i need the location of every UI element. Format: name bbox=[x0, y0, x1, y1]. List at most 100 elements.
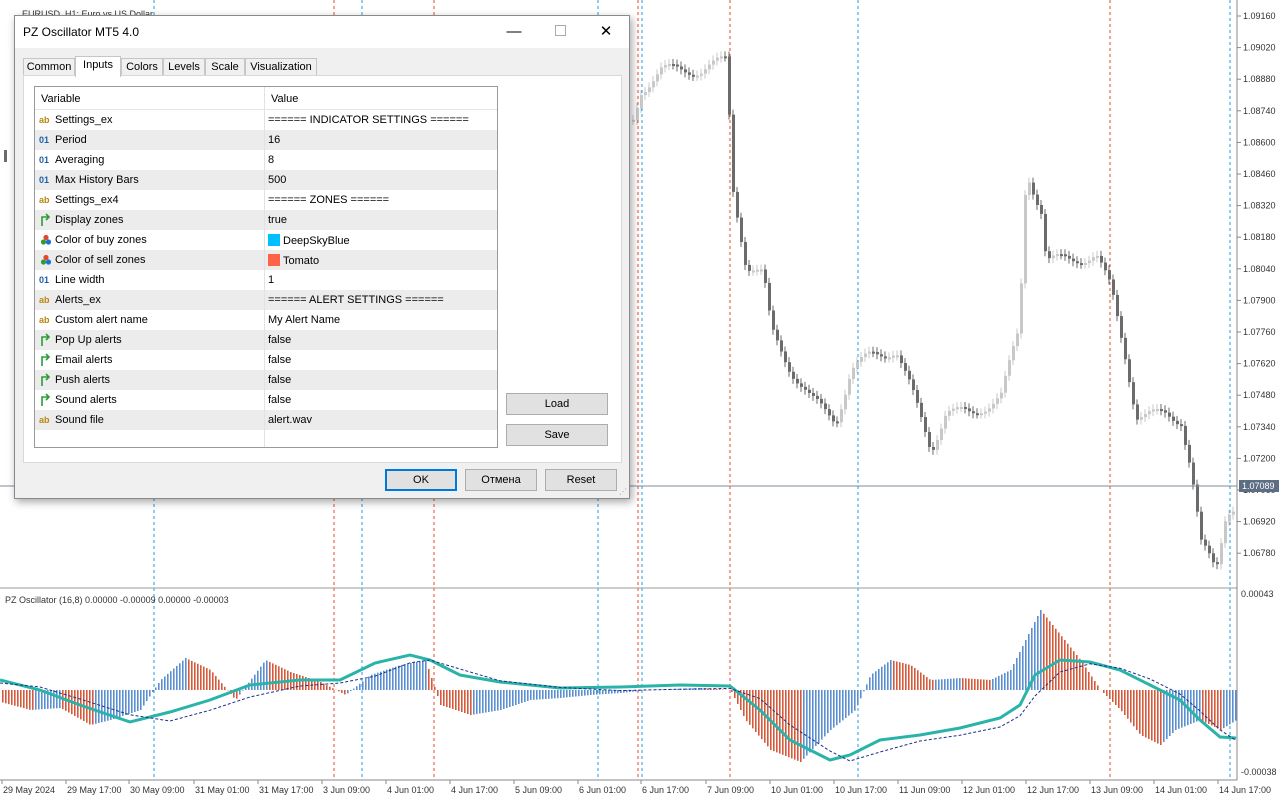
tab-scale[interactable]: Scale bbox=[205, 58, 245, 76]
candle-body bbox=[1200, 511, 1203, 540]
oscillator-bar bbox=[53, 690, 55, 709]
oscillator-bar bbox=[809, 690, 811, 753]
time-tick-label: 29 May 2024 bbox=[3, 785, 55, 795]
param-value[interactable]: false bbox=[268, 334, 291, 346]
param-row[interactable]: ab Sound file alert.wav bbox=[35, 410, 497, 431]
param-value[interactable]: 500 bbox=[268, 174, 286, 186]
param-value[interactable]: alert.wav bbox=[268, 414, 312, 426]
oscillator-bar bbox=[416, 661, 418, 690]
price-tick-label: 1.06780 bbox=[1243, 548, 1276, 558]
param-row[interactable]: Pop Up alerts false bbox=[35, 330, 497, 351]
reset-button[interactable]: Reset bbox=[545, 469, 617, 491]
dialog-titlebar[interactable]: PZ Oscillator MT5 4.0 — ✕ bbox=[15, 16, 629, 48]
param-value-text: false bbox=[268, 394, 292, 406]
param-value[interactable]: Tomato bbox=[268, 254, 319, 267]
tab-levels[interactable]: Levels bbox=[163, 58, 205, 76]
param-value[interactable]: 8 bbox=[268, 154, 274, 166]
param-value-text: My Alert Name bbox=[268, 314, 341, 326]
oscillator-bar bbox=[260, 666, 262, 690]
candle-body bbox=[1024, 194, 1027, 284]
param-row[interactable]: ab Settings_ex4 ====== ZONES ====== bbox=[35, 190, 497, 211]
param-row[interactable]: Push alerts false bbox=[35, 370, 497, 391]
close-button[interactable]: ✕ bbox=[583, 16, 629, 48]
param-value[interactable]: 16 bbox=[268, 134, 280, 146]
oscillator-bar bbox=[677, 688, 679, 690]
tab-inputs[interactable]: Inputs bbox=[75, 56, 121, 77]
param-row[interactable]: ab Settings_ex ====== INDICATOR SETTINGS =… bbox=[35, 110, 497, 131]
param-value-text: ====== INDICATOR SETTINGS ====== bbox=[268, 114, 469, 126]
param-row[interactable]: 01 Averaging 8 bbox=[35, 150, 497, 171]
param-row[interactable]: Display zones true bbox=[35, 210, 497, 231]
oscillator-bar bbox=[533, 690, 535, 700]
load-button[interactable]: Load bbox=[506, 393, 608, 415]
param-row[interactable]: Color of buy zones DeepSkyBlue bbox=[35, 230, 497, 251]
oscillator-bar bbox=[161, 679, 163, 690]
time-tick-label: 14 Jun 01:00 bbox=[1155, 785, 1207, 795]
param-value[interactable]: false bbox=[268, 354, 291, 366]
candle-body bbox=[1008, 360, 1011, 376]
oscillator-bar bbox=[485, 690, 487, 713]
oscillator-bar bbox=[197, 663, 199, 690]
oscillator-bar bbox=[92, 690, 94, 725]
ok-button[interactable]: OK bbox=[385, 469, 457, 491]
minimize-button[interactable]: — bbox=[491, 16, 537, 48]
oscillator-bar bbox=[413, 662, 415, 690]
oscillator-bar bbox=[281, 667, 283, 690]
cancel-button[interactable]: Отмена bbox=[465, 469, 537, 491]
param-value[interactable]: ====== ZONES ====== bbox=[268, 194, 389, 206]
param-value[interactable]: false bbox=[268, 394, 291, 406]
param-value[interactable]: My Alert Name bbox=[268, 314, 340, 326]
param-row[interactable]: 01 Max History Bars 500 bbox=[35, 170, 497, 191]
param-value[interactable]: DeepSkyBlue bbox=[268, 234, 350, 247]
tab-visualization[interactable]: Visualization bbox=[245, 58, 317, 76]
oscillator-bar bbox=[530, 690, 532, 700]
oscillator-bar bbox=[923, 674, 925, 690]
param-value[interactable]: 1 bbox=[268, 274, 274, 286]
oscillator-bar bbox=[320, 682, 322, 690]
oscillator-bar bbox=[863, 690, 865, 692]
oscillator-bar bbox=[998, 676, 1000, 690]
oscillator-bar bbox=[278, 666, 280, 690]
oscillator-bar bbox=[392, 667, 394, 690]
param-row[interactable]: ab Alerts_ex ====== ALERT SETTINGS ====== bbox=[35, 290, 497, 311]
param-row[interactable]: 01 Period 16 bbox=[35, 130, 497, 151]
maximize-button[interactable] bbox=[537, 16, 583, 48]
oscillator-bar bbox=[1226, 690, 1228, 727]
param-value[interactable]: false bbox=[268, 374, 291, 386]
param-value[interactable]: ====== ALERT SETTINGS ====== bbox=[268, 294, 444, 306]
param-value[interactable]: true bbox=[268, 214, 287, 226]
param-row[interactable]: Email alerts false bbox=[35, 350, 497, 371]
tab-colors[interactable]: Colors bbox=[121, 58, 163, 76]
oscillator-bar bbox=[953, 678, 955, 690]
param-value[interactable]: ====== INDICATOR SETTINGS ====== bbox=[268, 114, 469, 126]
oscillator-bar bbox=[362, 681, 364, 690]
oscillator-bar bbox=[1019, 652, 1021, 690]
column-value[interactable]: Value bbox=[271, 93, 298, 105]
column-separator[interactable] bbox=[264, 87, 265, 447]
candle-body bbox=[1192, 462, 1195, 485]
tab-common[interactable]: Common bbox=[23, 58, 75, 76]
column-variable[interactable]: Variable bbox=[41, 93, 81, 105]
price-tick-label: 1.07760 bbox=[1243, 327, 1276, 337]
resize-grip-icon[interactable]: ⋰ bbox=[619, 488, 627, 496]
oscillator-bar bbox=[566, 690, 568, 698]
oscillator-bar bbox=[500, 690, 502, 710]
oscillator-bar bbox=[527, 690, 529, 701]
oscillator-bar bbox=[1157, 690, 1159, 744]
candle-body bbox=[1224, 521, 1227, 544]
param-value-text: Tomato bbox=[283, 255, 320, 267]
oscillator-bar bbox=[845, 690, 847, 718]
candle-body bbox=[736, 191, 739, 218]
oscillator-bar bbox=[944, 679, 946, 690]
oscillator-bar bbox=[761, 690, 763, 740]
candle-body bbox=[4, 150, 7, 162]
save-button[interactable]: Save bbox=[506, 424, 608, 446]
candle-body bbox=[984, 411, 987, 414]
oscillator-bar bbox=[989, 679, 991, 690]
param-row[interactable]: Color of sell zones Tomato bbox=[35, 250, 497, 271]
param-row[interactable]: Sound alerts false bbox=[35, 390, 497, 411]
param-value-text: 16 bbox=[268, 134, 281, 146]
oscillator-bar bbox=[23, 690, 25, 709]
param-row[interactable]: ab Custom alert name My Alert Name bbox=[35, 310, 497, 331]
param-row[interactable]: 01 Line width 1 bbox=[35, 270, 497, 291]
